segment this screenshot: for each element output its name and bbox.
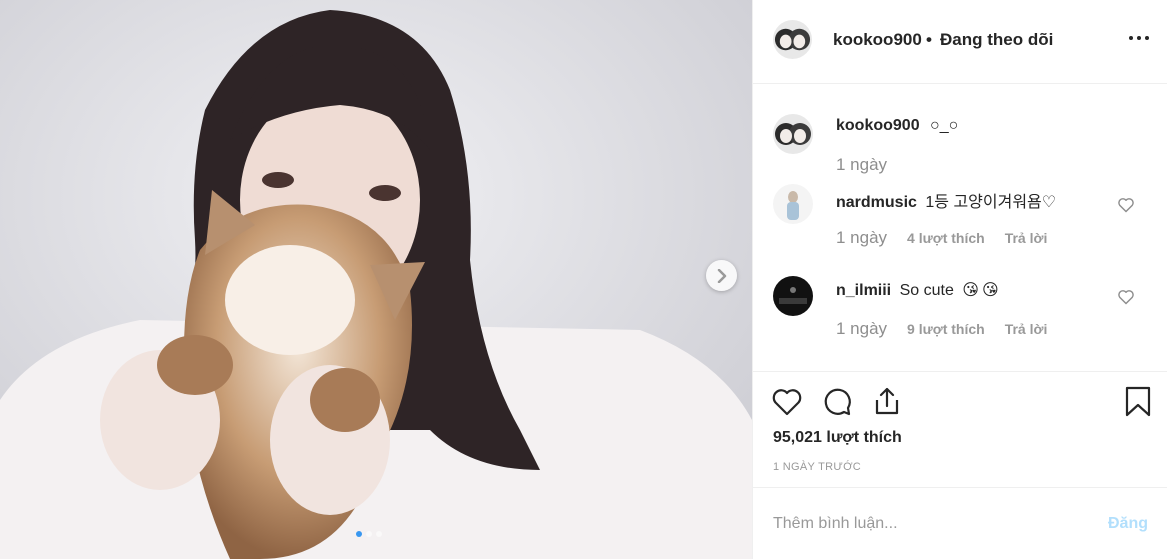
post-actions: 95,021 lượt thích 1 NGÀY TRƯỚC <box>753 371 1167 487</box>
reply-button[interactable]: Trả lời <box>1005 230 1048 246</box>
post-media[interactable] <box>0 0 752 559</box>
comment-like-heart-icon[interactable] <box>1117 289 1135 305</box>
caption-body: ○_○ <box>930 117 959 134</box>
kiss-emoji: 😘 <box>962 282 979 299</box>
caption-username[interactable]: kookoo900 <box>836 117 920 134</box>
comment-body: So cute <box>899 282 954 299</box>
comment-time[interactable]: 1 ngày <box>836 228 887 248</box>
likes-count[interactable]: 95,021 lượt thích <box>773 429 902 447</box>
carousel-dot <box>366 531 372 537</box>
caption-time[interactable]: 1 ngày <box>836 155 887 175</box>
comment-like-heart-icon[interactable] <box>1117 197 1135 213</box>
post-comment-button[interactable]: Đăng <box>1108 515 1148 533</box>
caption-avatar[interactable] <box>773 114 813 154</box>
separator-dot: • <box>926 30 932 49</box>
carousel-dot-active <box>356 531 362 537</box>
carousel-indicator <box>356 531 382 537</box>
following-button[interactable]: Đang theo dõi <box>940 30 1053 50</box>
reply-button[interactable]: Trả lời <box>1005 321 1048 337</box>
comment-text: nardmusic 1등 고양이겨워욤♡ <box>836 188 1056 212</box>
caption-meta: 1 ngày <box>836 155 907 175</box>
comment-meta: 1 ngày 9 lượt thích Trả lời <box>836 319 1067 339</box>
comment-username[interactable]: nardmusic <box>836 194 917 211</box>
more-options-icon[interactable] <box>1129 36 1151 44</box>
chevron-right-icon <box>717 268 726 283</box>
kiss-emoji: 😘 <box>981 282 999 299</box>
heart-icon[interactable] <box>771 386 803 418</box>
comment-icon[interactable] <box>821 386 853 418</box>
comment-body: 1등 고양이겨워욤♡ <box>925 194 1057 211</box>
comment-likes[interactable]: 4 lượt thích <box>907 230 985 246</box>
comments-list: kookoo900 ○_○ 1 ngày nardmusic 1등 고양이겨워욤… <box>753 85 1167 371</box>
comment-username[interactable]: n_ilmiii <box>836 282 891 299</box>
author-username[interactable]: kookoo900 <box>833 30 922 50</box>
comment-time[interactable]: 1 ngày <box>836 319 887 339</box>
next-slide-button[interactable] <box>706 260 737 291</box>
add-comment-form: Đăng <box>753 487 1167 559</box>
comment-likes[interactable]: 9 lượt thích <box>907 321 985 337</box>
comment-meta: 1 ngày 4 lượt thích Trả lời <box>836 228 1067 248</box>
carousel-dot <box>376 531 382 537</box>
comment-avatar[interactable] <box>773 184 813 224</box>
caption-text: kookoo900 ○_○ <box>836 117 958 135</box>
post-side-panel: kookoo900 • Đang theo dõi kookoo900 ○_○ <box>752 0 1167 559</box>
post-timestamp[interactable]: 1 NGÀY TRƯỚC <box>773 461 861 473</box>
comment-text: n_ilmiii So cute 😘 😘 <box>836 280 999 300</box>
comment-avatar[interactable] <box>773 276 813 316</box>
bookmark-icon[interactable] <box>1122 385 1154 417</box>
author-avatar[interactable] <box>773 20 812 59</box>
comment-input[interactable] <box>773 510 1093 538</box>
share-icon[interactable] <box>871 385 903 417</box>
post-photo <box>0 0 752 559</box>
post-header: kookoo900 • Đang theo dõi <box>753 0 1167 84</box>
